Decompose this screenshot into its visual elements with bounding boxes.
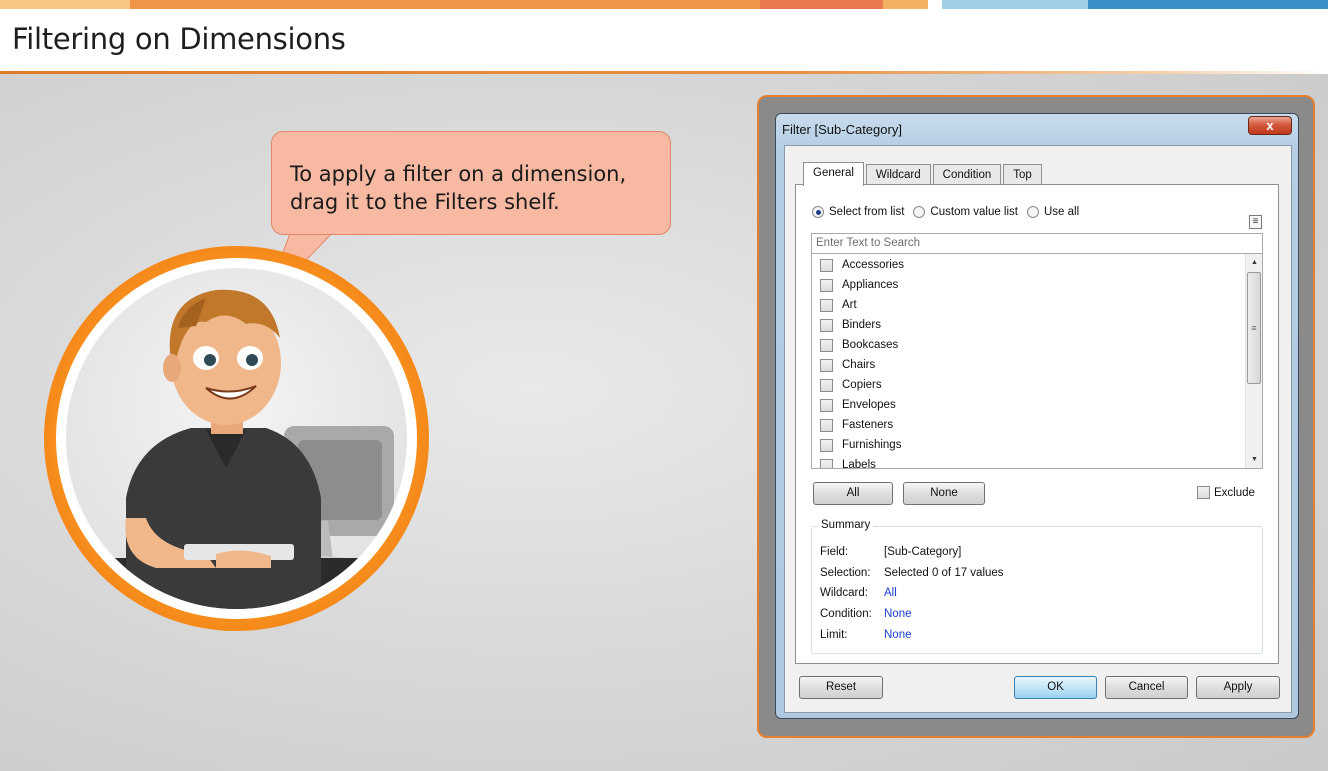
presenter-illustration xyxy=(66,289,407,609)
close-icon: x xyxy=(1266,118,1274,133)
tab-wildcard[interactable]: Wildcard xyxy=(865,164,931,185)
list-item-label: Binders xyxy=(842,319,881,331)
summary-value: [Sub-Category] xyxy=(884,546,962,558)
speech-bubble: To apply a filter on a dimension, drag i… xyxy=(271,131,671,235)
checkbox-icon[interactable] xyxy=(820,278,833,292)
summary-wildcard-row: Wildcard: All xyxy=(820,587,897,599)
checkbox-icon[interactable] xyxy=(1197,486,1210,499)
checkbox-icon[interactable] xyxy=(820,378,833,392)
checkbox-icon[interactable] xyxy=(820,258,833,272)
callout-line: drag it to the Filters shelf. xyxy=(290,190,560,214)
summary-label: Wildcard: xyxy=(820,587,868,599)
summary-condition-link[interactable]: None xyxy=(884,608,912,620)
list-item-label: Appliances xyxy=(842,279,899,291)
summary-value: Selected 0 of 17 values xyxy=(884,567,1004,579)
list-item[interactable]: Chairs xyxy=(820,355,875,375)
radio-select-from-list[interactable]: Select from list xyxy=(812,206,904,218)
radio-label: Select from list xyxy=(829,206,905,218)
list-item-label: Furnishings xyxy=(842,439,902,451)
checkbox-icon[interactable] xyxy=(820,458,833,468)
checkbox-icon[interactable] xyxy=(820,398,833,412)
callout-text: To apply a filter on a dimension, drag i… xyxy=(290,160,626,216)
list-menu-icon[interactable]: ≡ xyxy=(1249,215,1262,229)
exclude-checkbox[interactable]: Exclude xyxy=(1197,486,1255,499)
strip-segment xyxy=(130,0,760,9)
radio-custom-value-list[interactable]: Custom value list xyxy=(913,206,1018,218)
list-item-label: Envelopes xyxy=(842,399,896,411)
checkbox-icon[interactable] xyxy=(820,318,833,332)
list-item[interactable]: Binders xyxy=(820,315,881,335)
summary-limit-row: Limit: None xyxy=(820,629,912,641)
top-color-strip xyxy=(0,0,1328,9)
callout-line: To apply a filter on a dimension, xyxy=(290,162,627,186)
strip-segment xyxy=(942,0,1088,9)
summary-label: Condition: xyxy=(820,608,872,620)
exclude-label: Exclude xyxy=(1214,486,1255,499)
summary-wildcard-link[interactable]: All xyxy=(884,587,897,599)
list-item-label: Fasteners xyxy=(842,419,894,431)
radio-icon xyxy=(913,206,926,218)
close-button[interactable]: x xyxy=(1248,116,1292,135)
scroll-down-icon[interactable]: ▼ xyxy=(1246,451,1262,468)
strip-segment xyxy=(928,0,942,9)
reset-button[interactable]: Reset xyxy=(799,676,883,699)
list-item-label: Chairs xyxy=(842,359,876,371)
checkbox-icon[interactable] xyxy=(820,338,833,352)
strip-segment xyxy=(0,0,130,9)
tab-top[interactable]: Top xyxy=(1003,164,1042,185)
list-item[interactable]: Fasteners xyxy=(820,415,893,435)
scroll-thumb[interactable]: ≡ xyxy=(1247,272,1261,384)
radio-icon xyxy=(1026,206,1039,218)
tab-strip: General Wildcard Condition Top xyxy=(803,162,1044,186)
radio-selected-icon xyxy=(812,206,824,218)
strip-segment xyxy=(760,0,883,9)
summary-group: Summary Field: [Sub-Category] Selection: S… xyxy=(811,519,1263,654)
selection-mode-radios: Select from list Custom value list Use a… xyxy=(812,206,1088,218)
strip-segment xyxy=(1088,0,1328,9)
radio-label: Custom value list xyxy=(930,206,1018,218)
cancel-button[interactable]: Cancel xyxy=(1105,676,1188,699)
summary-label: Field: xyxy=(820,546,849,558)
dialog-title: Filter [Sub-Category] xyxy=(782,122,902,137)
list-item-label: Labels xyxy=(842,459,876,469)
summary-condition-row: Condition: None xyxy=(820,608,912,620)
tab-general[interactable]: General xyxy=(803,162,864,186)
list-item[interactable]: Furnishings xyxy=(820,435,901,455)
list-item[interactable]: Bookcases xyxy=(820,335,898,355)
radio-label: Use all xyxy=(1043,206,1080,218)
search-input[interactable]: Enter Text to Search xyxy=(811,233,1263,254)
list-item[interactable]: Accessories xyxy=(820,255,904,275)
checkbox-icon[interactable] xyxy=(820,358,833,372)
strip-segment xyxy=(883,0,928,9)
scroll-up-icon[interactable]: ▲ xyxy=(1246,254,1262,271)
list-item-label: Copiers xyxy=(842,379,882,391)
summary-label: Selection: xyxy=(820,567,871,579)
select-none-button[interactable]: None xyxy=(903,482,985,505)
select-all-button[interactable]: All xyxy=(813,482,893,505)
checkbox-icon[interactable] xyxy=(820,438,833,452)
avatar xyxy=(66,268,407,609)
tab-condition[interactable]: Condition xyxy=(932,164,1002,185)
list-item[interactable]: Art xyxy=(820,295,857,315)
summary-selection-row: Selection: Selected 0 of 17 values xyxy=(820,567,1004,579)
page-title: Filtering on Dimensions xyxy=(12,22,346,56)
ok-button[interactable]: OK xyxy=(1014,676,1097,699)
list-scrollbar[interactable]: ▲ ≡ ▼ xyxy=(1245,254,1262,468)
summary-limit-link[interactable]: None xyxy=(884,629,912,641)
list-item[interactable]: Labels xyxy=(820,455,876,469)
list-item[interactable]: Appliances xyxy=(820,275,898,295)
summary-field-row: Field: [Sub-Category] xyxy=(820,546,961,558)
list-item-label: Accessories xyxy=(842,259,904,271)
summary-label: Limit: xyxy=(820,629,848,641)
value-list: Accessories Appliances Art Binders Bookc… xyxy=(811,253,1263,469)
apply-button[interactable]: Apply xyxy=(1196,676,1280,699)
list-item-label: Bookcases xyxy=(842,339,899,351)
list-item[interactable]: Envelopes xyxy=(820,395,896,415)
checkbox-icon[interactable] xyxy=(820,298,833,312)
summary-legend: Summary xyxy=(818,519,874,531)
checkbox-icon[interactable] xyxy=(820,418,833,432)
radio-use-all[interactable]: Use all xyxy=(1026,206,1080,218)
list-item-label: Art xyxy=(842,299,857,311)
list-item[interactable]: Copiers xyxy=(820,375,882,395)
